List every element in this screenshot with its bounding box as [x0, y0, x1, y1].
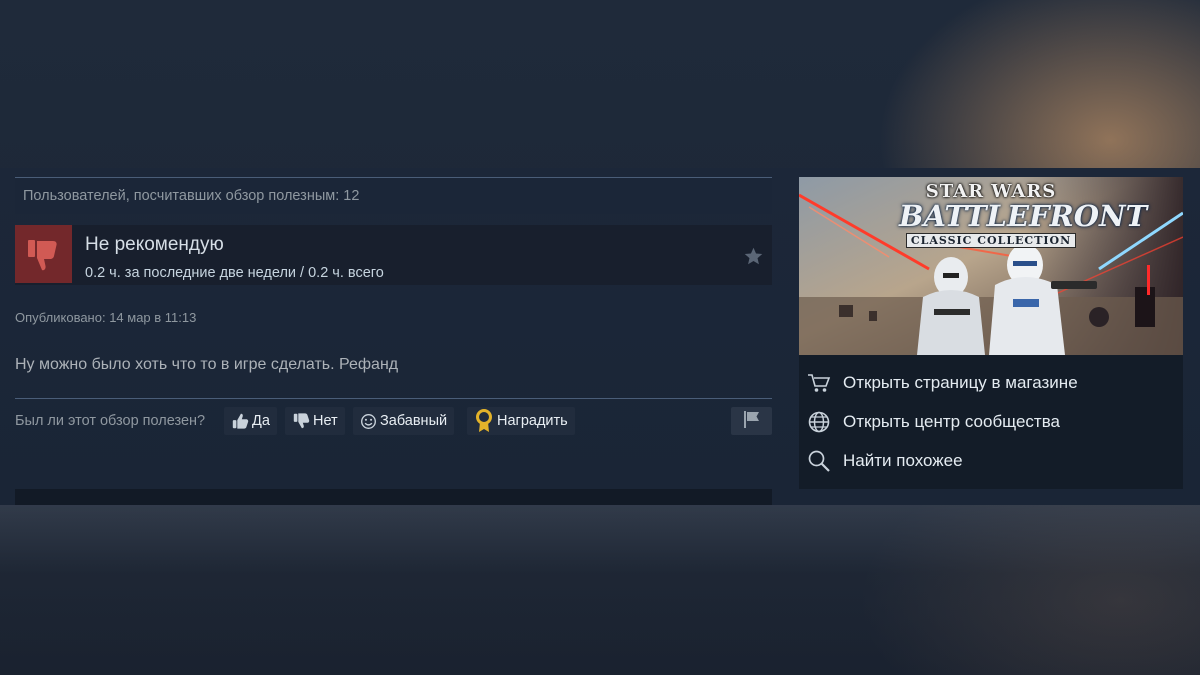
- thumbs-down-icon: [15, 225, 72, 283]
- link-community-hub[interactable]: Открыть центр сообщества: [807, 407, 1177, 437]
- link-community-label: Открыть центр сообщества: [843, 412, 1061, 431]
- review-footer-strip: [15, 489, 772, 505]
- link-find-similar[interactable]: Найти похожее: [807, 446, 1177, 476]
- vote-question: Был ли этот обзор полезен?: [15, 413, 206, 429]
- report-flag-button[interactable]: [731, 407, 772, 435]
- star-icon[interactable]: [742, 245, 764, 267]
- vote-no-label: Нет: [313, 413, 338, 429]
- review-body: Ну можно было хоть что то в игре сделать…: [15, 356, 399, 373]
- link-store-label: Открыть страницу в магазине: [843, 373, 1078, 392]
- posted-date: Опубликовано: 14 мар в 11:13: [15, 310, 197, 325]
- game-logo: STAR WARS BATTLEFRONT CLASSIC COLLECTION: [899, 183, 1148, 249]
- award-label: Наградить: [497, 413, 568, 429]
- background-shade: [0, 505, 1200, 675]
- vote-yes-label: Да: [252, 413, 270, 429]
- cart-icon: [807, 371, 831, 395]
- vote-funny-button[interactable]: Забавный: [353, 407, 455, 435]
- game-capsule-image[interactable]: STAR WARS BATTLEFRONT CLASSIC COLLECTION: [799, 177, 1183, 355]
- vote-no-button[interactable]: Нет: [285, 407, 345, 435]
- flag-icon: [741, 409, 763, 434]
- logo-battlefront: BATTLEFRONT: [899, 199, 1148, 233]
- vote-yes-button[interactable]: Да: [224, 407, 277, 435]
- helpful-count: Пользователей, посчитавших обзор полезны…: [15, 177, 772, 214]
- logo-classic-collection: CLASSIC COLLECTION: [905, 233, 1077, 248]
- award-button[interactable]: Наградить: [467, 407, 575, 435]
- verdict-header: Не рекомендую 0.2 ч. за последние две не…: [15, 225, 772, 285]
- thumbs-up-icon: [231, 412, 249, 430]
- search-icon: [807, 449, 831, 473]
- game-panel: STAR WARS BATTLEFRONT CLASSIC COLLECTION…: [799, 177, 1183, 489]
- link-similar-label: Найти похожее: [843, 451, 963, 470]
- vote-controls: Был ли этот обзор полезен? Да Нет Забавн…: [15, 406, 772, 436]
- link-store-page[interactable]: Открыть страницу в магазине: [807, 368, 1177, 398]
- playtime-hours: 0.2 ч. за последние две недели / 0.2 ч. …: [85, 265, 384, 281]
- divider: [15, 398, 772, 399]
- verdict-title: Не рекомендую: [85, 234, 224, 255]
- smiley-icon: [360, 413, 377, 430]
- award-ribbon-icon: [474, 409, 494, 433]
- vote-funny-label: Забавный: [380, 413, 448, 429]
- globe-icon: [807, 410, 831, 434]
- thumbs-down-small-icon: [292, 412, 310, 430]
